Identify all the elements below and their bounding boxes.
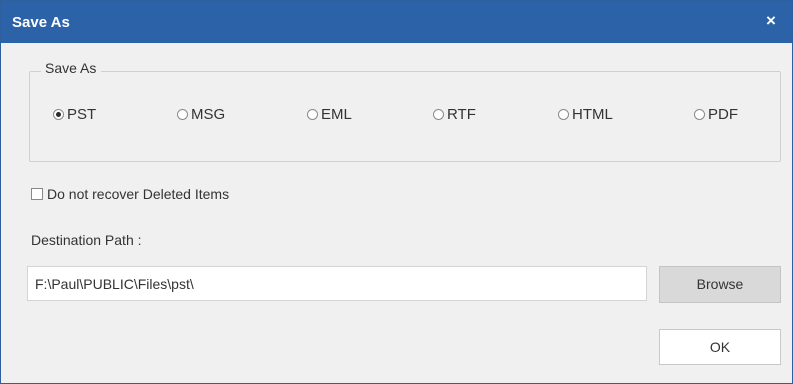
save-as-dialog: Save As × Save As PST MSG EML RTF HTML P…: [0, 0, 793, 384]
ok-button[interactable]: OK: [659, 329, 781, 365]
title-bar[interactable]: Save As ×: [1, 1, 792, 43]
save-as-format-group: [29, 71, 781, 162]
radio-html-label: HTML: [572, 105, 613, 123]
no-recover-deleted-checkbox[interactable]: Do not recover Deleted Items: [31, 186, 229, 202]
browse-button[interactable]: Browse: [659, 266, 781, 303]
dialog-title: Save As: [12, 14, 70, 31]
radio-rtf-label: RTF: [447, 105, 476, 123]
radio-eml-label: EML: [321, 105, 352, 123]
destination-path-label: Destination Path :: [31, 232, 142, 248]
radio-html-indicator[interactable]: [558, 108, 569, 120]
radio-html[interactable]: HTML: [558, 105, 613, 123]
radio-eml-indicator[interactable]: [307, 108, 318, 120]
radio-rtf-indicator[interactable]: [433, 108, 444, 120]
radio-msg[interactable]: MSG: [177, 105, 225, 123]
radio-eml[interactable]: EML: [307, 105, 352, 123]
radio-pst-indicator[interactable]: [53, 108, 64, 120]
radio-pst-label: PST: [67, 105, 97, 123]
close-icon[interactable]: ×: [758, 8, 784, 34]
radio-msg-indicator[interactable]: [177, 108, 188, 120]
radio-rtf[interactable]: RTF: [433, 105, 476, 123]
radio-pdf-indicator[interactable]: [694, 108, 705, 120]
destination-path-input[interactable]: [27, 266, 647, 301]
format-group-legend: Save As: [41, 60, 102, 76]
no-recover-deleted-checkbox-box[interactable]: [31, 188, 43, 200]
radio-pdf[interactable]: PDF: [694, 105, 738, 123]
radio-pdf-label: PDF: [708, 105, 738, 123]
radio-pst[interactable]: PST: [53, 105, 96, 123]
no-recover-deleted-label: Do not recover Deleted Items: [47, 186, 230, 202]
radio-msg-label: MSG: [191, 105, 226, 123]
